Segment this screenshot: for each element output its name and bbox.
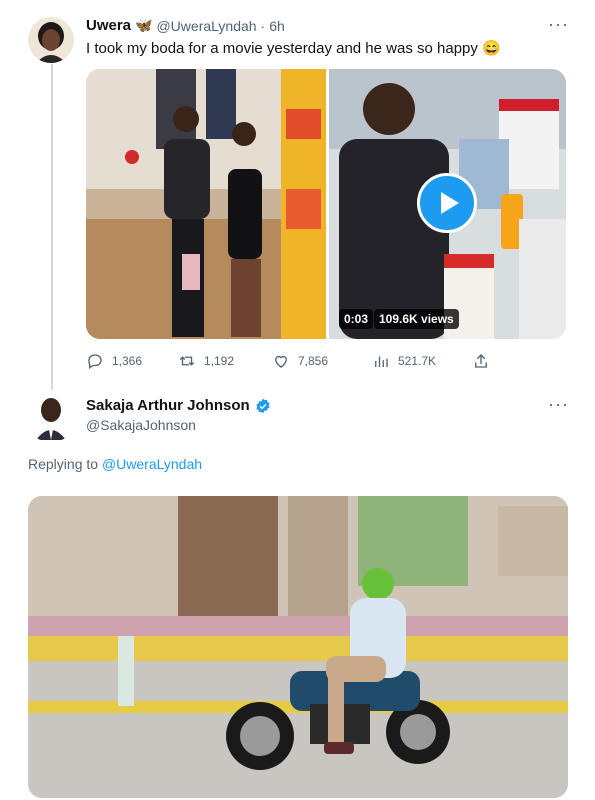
motorcycle-photo xyxy=(28,496,568,798)
retweet-count: 1,192 xyxy=(204,354,235,368)
thread-line xyxy=(51,64,53,390)
display-name[interactable]: Uwera xyxy=(86,17,131,34)
views-button[interactable]: 521.7K xyxy=(372,352,436,370)
reply-count: 1,366 xyxy=(112,354,143,368)
separator: · xyxy=(260,17,266,34)
tweet-header: Sakaja Arthur Johnson xyxy=(86,397,271,414)
avatar[interactable] xyxy=(34,396,68,440)
analytics-icon xyxy=(375,356,388,367)
video-media[interactable]: 0:03 109.6K views xyxy=(329,69,566,339)
tweet-text: I took my boda for a movie yesterday and… xyxy=(86,39,501,57)
tweet-text-body: I took my boda for a movie yesterday and… xyxy=(86,40,478,57)
play-button[interactable] xyxy=(417,173,477,233)
cinema-photo xyxy=(86,69,326,339)
reply-button[interactable]: 1,366 xyxy=(86,352,142,370)
like-button[interactable]: 7,856 xyxy=(272,352,328,370)
heart-icon xyxy=(275,355,287,368)
more-icon[interactable]: ··· xyxy=(548,394,569,415)
handle[interactable]: @UweraLyndah xyxy=(156,18,256,34)
play-icon xyxy=(441,192,459,214)
tweet-header: Uwera 🦋 @UweraLyndah · 6h xyxy=(86,17,285,34)
tweet-1[interactable]: Uwera 🦋 @UweraLyndah · 6h ··· I took my … xyxy=(0,0,595,390)
more-icon[interactable]: ··· xyxy=(548,14,569,35)
replying-handle-link[interactable]: @UweraLyndah xyxy=(102,456,202,472)
handle[interactable]: @SakajaJohnson xyxy=(86,417,196,433)
replying-to: Replying to @UweraLyndah xyxy=(28,456,202,472)
timestamp[interactable]: 6h xyxy=(269,18,285,34)
video-duration: 0:03 xyxy=(339,309,374,329)
photo-media[interactable] xyxy=(28,496,568,798)
grinning-emoji-icon: 😄 xyxy=(482,40,501,57)
avatar[interactable] xyxy=(28,17,74,63)
butterfly-emoji-icon: 🦋 xyxy=(135,17,153,33)
share-button[interactable] xyxy=(472,352,490,370)
verified-badge-icon xyxy=(256,398,270,413)
video-views: 109.6K views xyxy=(374,309,459,329)
retweet-icon xyxy=(179,356,195,366)
tweet-2[interactable]: Sakaja Arthur Johnson @SakajaJohnson ···… xyxy=(0,390,595,800)
like-count: 7,856 xyxy=(298,354,329,368)
views-count: 521.7K xyxy=(398,354,437,368)
replying-prefix: Replying to xyxy=(28,456,99,472)
share-icon xyxy=(475,354,487,368)
display-name[interactable]: Sakaja Arthur Johnson xyxy=(86,397,250,414)
photo-media[interactable] xyxy=(86,69,326,339)
reply-icon xyxy=(88,354,102,370)
retweet-button[interactable]: 1,192 xyxy=(178,352,234,370)
